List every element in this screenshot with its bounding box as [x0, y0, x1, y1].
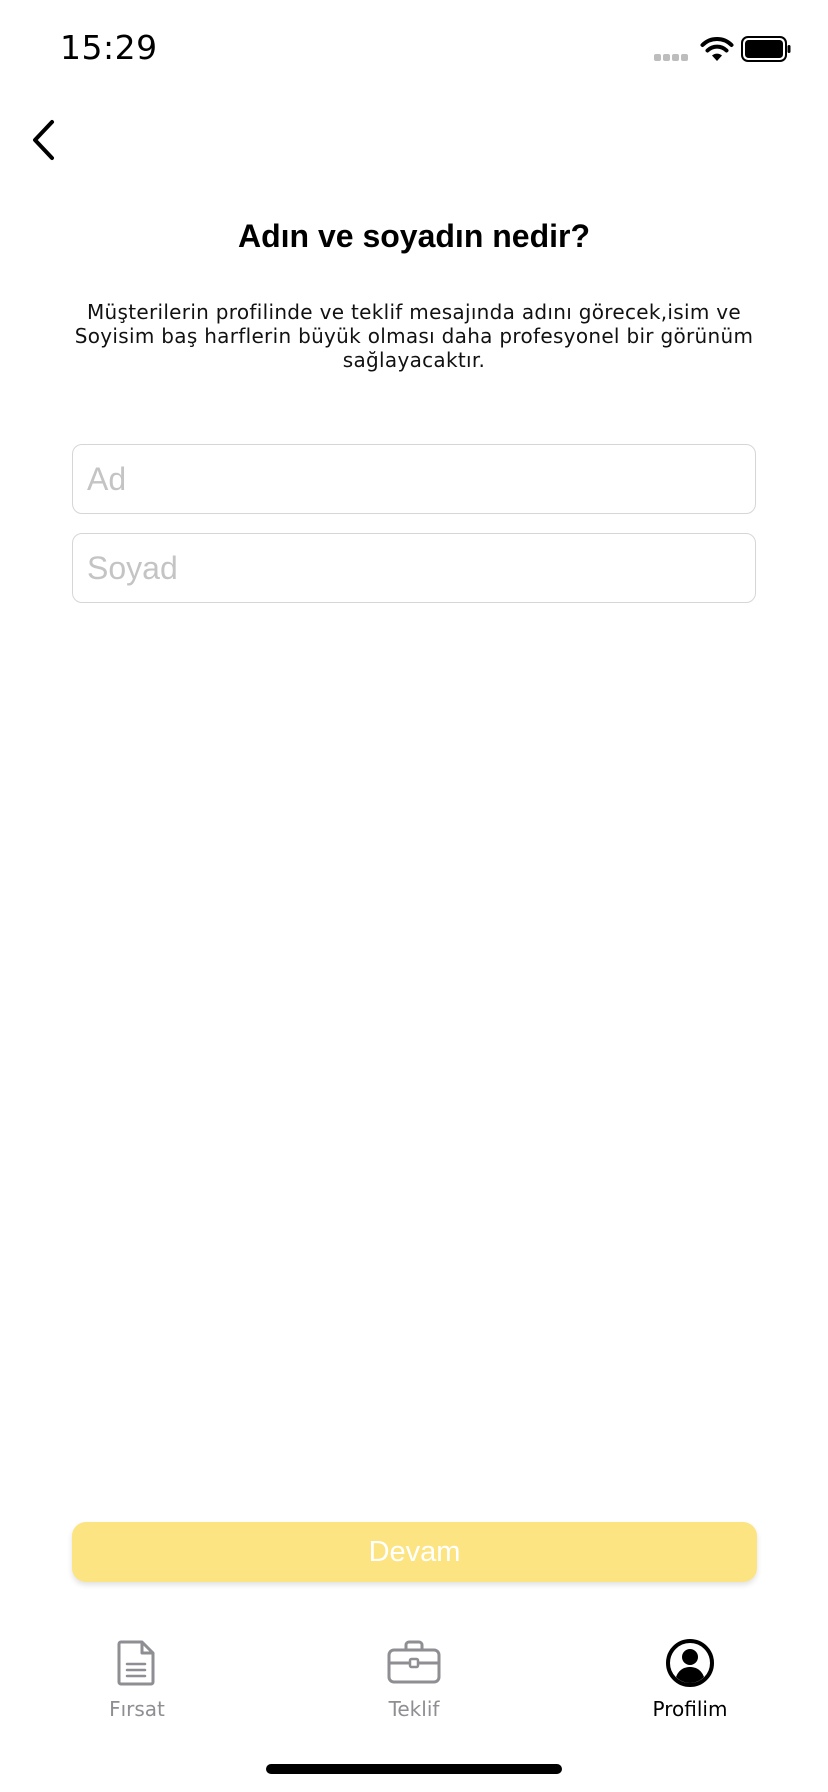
page-title: Adın ve soyadın nedir? [237, 218, 591, 254]
tab-firsat[interactable]: Fırsat [47, 1620, 227, 1730]
tab-bar: Fırsat Teklif Profilim [0, 1620, 828, 1730]
wifi-icon [700, 37, 734, 61]
user-circle-icon [666, 1639, 714, 1687]
last-name-input[interactable] [72, 533, 756, 603]
home-indicator [266, 1764, 562, 1774]
continue-button[interactable]: Devam [72, 1522, 757, 1582]
tab-teklif-label: Teklif [388, 1697, 440, 1721]
briefcase-icon [387, 1640, 441, 1684]
tab-profilim[interactable]: Profilim [600, 1620, 780, 1730]
battery-icon [741, 36, 791, 62]
cellular-signal-icon [654, 54, 690, 62]
document-icon [117, 1640, 155, 1686]
status-bar: 15:29 [0, 0, 828, 100]
page-description: Müşterilerin profilinde ve teklif mesajı… [74, 300, 754, 372]
back-button[interactable] [18, 112, 68, 168]
tab-profilim-label: Profilim [652, 1697, 728, 1721]
status-time: 15:29 [60, 28, 158, 67]
tab-teklif[interactable]: Teklif [324, 1620, 504, 1730]
first-name-input[interactable] [72, 444, 756, 514]
chevron-left-icon [33, 120, 54, 160]
tab-firsat-label: Fırsat [109, 1697, 165, 1721]
